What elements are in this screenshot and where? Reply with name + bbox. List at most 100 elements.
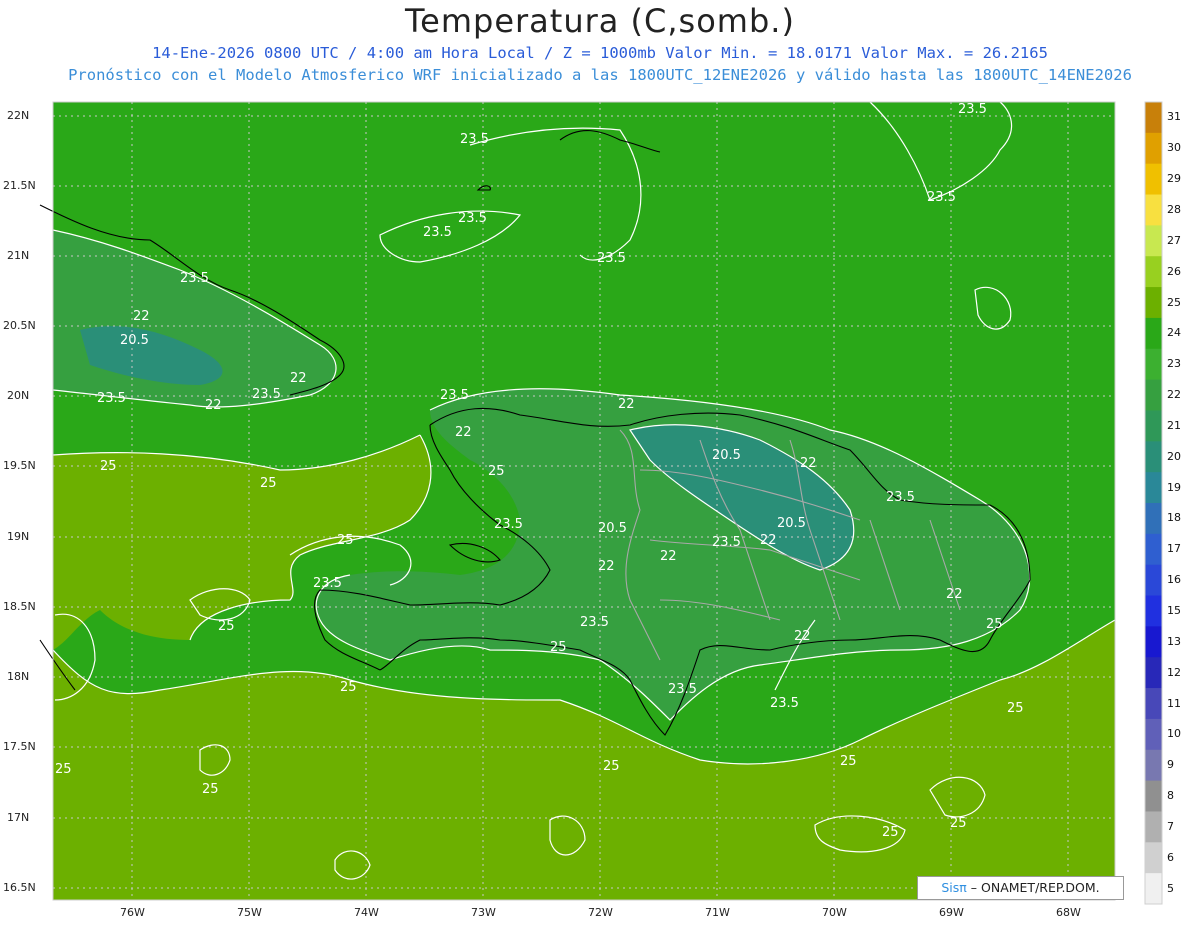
lon-label: 74W xyxy=(354,906,379,919)
contour-label: 23.5 xyxy=(712,535,741,550)
colorbar-label: 21 xyxy=(1167,418,1181,432)
colorbar-swatch xyxy=(1145,718,1162,751)
branding-text: – ONAMET/REP.DOM. xyxy=(970,880,1100,895)
lat-label: 21N xyxy=(7,249,30,262)
contour-label: 22 xyxy=(800,456,817,471)
contour-label: 25 xyxy=(950,816,967,831)
colorbar-label: 25 xyxy=(1167,295,1181,309)
lon-label: 72W xyxy=(588,906,613,919)
colorbar xyxy=(1145,102,1162,905)
contour-label: 25 xyxy=(340,680,357,695)
colorbar-label: 23 xyxy=(1167,357,1181,371)
lat-label: 19.5N xyxy=(3,459,36,472)
lat-label: 16.5N xyxy=(3,881,36,894)
branding-box: Sisπ – ONAMET/REP.DOM. xyxy=(917,876,1124,900)
contour-label: 23.5 xyxy=(770,696,799,711)
colorbar-label: 17 xyxy=(1167,542,1181,556)
colorbar-swatch xyxy=(1145,379,1162,411)
colorbar-swatch xyxy=(1145,749,1162,782)
colorbar-swatch xyxy=(1145,811,1162,843)
contour-label: 23.5 xyxy=(494,517,523,532)
colorbar-swatch xyxy=(1145,194,1162,226)
colorbar-label: 12 xyxy=(1167,665,1181,679)
contour-label: 23.5 xyxy=(460,132,489,147)
colorbar-label: 8 xyxy=(1167,789,1174,803)
colorbar-swatch xyxy=(1145,503,1162,535)
sispi-logo: Sisπ xyxy=(941,880,967,895)
colorbar-swatch xyxy=(1145,256,1162,288)
lon-label: 69W xyxy=(939,906,964,919)
contour-label: 23.5 xyxy=(958,102,987,117)
contour-label: 23.5 xyxy=(580,615,609,630)
colorbar-label: 26 xyxy=(1167,264,1181,278)
colorbar-label: 10 xyxy=(1167,727,1181,741)
contour-label: 25 xyxy=(550,640,567,655)
contour-label: 23.5 xyxy=(97,391,126,406)
contour-label: 25 xyxy=(55,762,72,777)
contour-label: 20.5 xyxy=(598,521,627,536)
contour-label: 25 xyxy=(1007,701,1024,716)
colorbar-swatch xyxy=(1145,657,1162,689)
colorbar-swatch xyxy=(1145,102,1162,134)
colorbar-label: 18 xyxy=(1167,511,1181,525)
colorbar-label: 5 xyxy=(1167,881,1174,895)
colorbar-label: 31 xyxy=(1167,110,1181,124)
lat-label: 21.5N xyxy=(3,179,36,192)
contour-label: 25 xyxy=(488,464,505,479)
contour-label: 25 xyxy=(986,617,1003,632)
contour-label: 23.5 xyxy=(423,225,452,240)
colorbar-label: 24 xyxy=(1167,326,1181,340)
contour-label: 25 xyxy=(882,825,899,840)
colorbar-label: 15 xyxy=(1167,603,1181,617)
temperature-map: 23.5 23.5 23.5 23.5 23.5 23.5 22 20.5 23… xyxy=(39,101,1163,905)
colorbar-label: 19 xyxy=(1167,480,1181,494)
colorbar-label: 22 xyxy=(1167,388,1181,402)
contour-label: 22 xyxy=(794,629,811,644)
lon-label: 71W xyxy=(705,906,730,919)
colorbar-swatch xyxy=(1145,163,1162,196)
colorbar-label: 7 xyxy=(1167,819,1174,833)
colorbar-label: 6 xyxy=(1167,850,1174,864)
colorbar-label: 11 xyxy=(1167,696,1181,710)
contour-label: 25 xyxy=(100,459,117,474)
contour-label: 22 xyxy=(290,371,307,386)
contour-label: 23.5 xyxy=(458,211,487,226)
colorbar-swatch xyxy=(1145,780,1162,812)
lat-label: 18N xyxy=(7,670,30,683)
colorbar-swatch xyxy=(1145,626,1162,658)
lon-label: 76W xyxy=(120,906,145,919)
lat-label: 22N xyxy=(7,109,30,122)
colorbar-swatch xyxy=(1145,873,1162,905)
colorbar-swatch xyxy=(1145,225,1162,257)
contour-label: 22 xyxy=(205,398,222,413)
contour-label: 25 xyxy=(840,754,857,769)
contour-label: 23.5 xyxy=(313,576,342,591)
colorbar-label: 20 xyxy=(1167,449,1181,463)
lon-label: 73W xyxy=(471,906,496,919)
contour-label: 23.5 xyxy=(252,387,281,402)
colorbar-swatch xyxy=(1145,287,1162,319)
contour-label: 22 xyxy=(598,559,615,574)
lat-label: 17N xyxy=(7,811,30,824)
colorbar-swatch xyxy=(1145,564,1162,597)
colorbar-swatch xyxy=(1145,410,1162,442)
contour-label: 20.5 xyxy=(777,516,806,531)
colorbar-label: 9 xyxy=(1167,758,1174,772)
lon-label: 70W xyxy=(822,906,847,919)
contour-label: 22 xyxy=(133,309,150,324)
contour-label: 20.5 xyxy=(712,448,741,463)
contour-label: 23.5 xyxy=(440,388,469,403)
colorbar-swatch xyxy=(1145,472,1162,504)
lat-label: 20.5N xyxy=(3,319,36,332)
contour-label: 25 xyxy=(260,476,277,491)
colorbar-label: 16 xyxy=(1167,573,1181,587)
lon-label: 75W xyxy=(237,906,262,919)
colorbar-swatch xyxy=(1145,533,1162,566)
colorbar-label: 29 xyxy=(1167,172,1181,186)
colorbar-swatch xyxy=(1145,595,1162,627)
contour-label: 23.5 xyxy=(886,490,915,505)
contour-label: 22 xyxy=(455,425,472,440)
lon-label: 68W xyxy=(1056,906,1081,919)
contour-label: 23.5 xyxy=(180,271,209,286)
colorbar-swatch xyxy=(1145,317,1162,350)
